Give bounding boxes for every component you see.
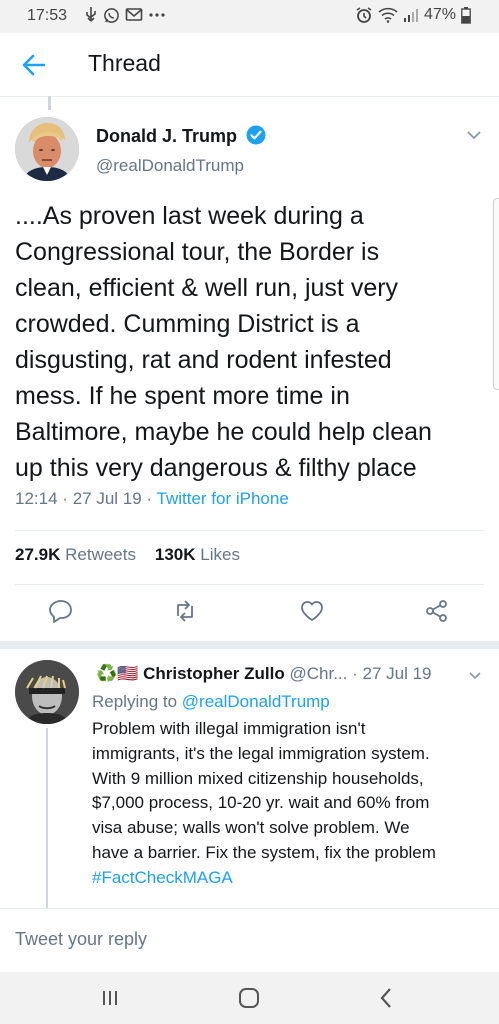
home-icon[interactable]	[235, 984, 263, 1012]
likes-label: Likes	[200, 545, 240, 564]
meta-separator: ·	[352, 664, 358, 683]
chevron-down-icon[interactable]	[467, 668, 483, 684]
alarm-icon	[356, 7, 372, 23]
tweet-text-line: up this very dangerous & filthy place	[15, 454, 417, 482]
retweets-stat[interactable]: 27.9K Retweets	[15, 545, 136, 564]
reply-date: 27 Jul 19	[362, 664, 432, 683]
retweet-icon[interactable]	[172, 598, 198, 624]
status-time: 17:53	[27, 7, 68, 24]
chevron-down-icon[interactable]	[465, 126, 483, 144]
tweet-text: ....As proven last week during a Congres…	[15, 198, 485, 486]
status-bar: 17:53 47%	[0, 0, 499, 33]
reply-header: ♻️🇺🇸 Christopher Zullo @Chr... · 27 Jul …	[96, 664, 432, 684]
reply-input-placeholder[interactable]: Tweet your reply	[15, 929, 147, 950]
reply-author-name[interactable]: Christopher Zullo	[143, 664, 285, 683]
scrollbar[interactable]	[493, 198, 499, 390]
author-handle[interactable]: @realDonaldTrump	[96, 156, 244, 176]
like-heart-icon[interactable]	[299, 598, 325, 624]
section-separator	[0, 641, 499, 649]
avatar[interactable]	[15, 660, 79, 724]
tweet-source-link[interactable]: Twitter for iPhone	[157, 489, 289, 508]
wifi-icon	[378, 7, 398, 23]
reply-author-handle[interactable]: @Chr...	[289, 664, 347, 683]
recent-apps-icon[interactable]	[96, 984, 124, 1012]
divider	[15, 530, 484, 531]
likes-count: 130K	[154, 545, 196, 564]
signal-icon	[403, 9, 418, 22]
reply-text-line: have a barrier. Fix the system, fix the …	[92, 842, 436, 862]
meta-separator: ·	[146, 489, 153, 508]
reply-icon[interactable]	[48, 598, 74, 624]
tweet-text-line: Baltimore, maybe he could help clean	[15, 418, 432, 446]
system-nav-bar	[0, 972, 499, 1024]
tweet-text-line: mess. If he spent more time in	[15, 382, 350, 410]
reply-text: Problem with illegal immigration isn't i…	[92, 717, 492, 891]
more-icon	[149, 13, 165, 17]
message-icon	[125, 8, 143, 21]
reply-composer[interactable]: Tweet your reply	[0, 908, 499, 973]
tweet-text-line: clean, efficient & well run, just very	[15, 274, 399, 302]
tweet-time: 12:14	[15, 489, 58, 508]
tweet-meta: 12:14 · 27 Jul 19 · Twitter for iPhone	[15, 489, 289, 509]
whatsapp-icon	[104, 7, 119, 23]
recycle-flag-emoji: ♻️🇺🇸	[96, 664, 139, 683]
thread-connector	[48, 96, 51, 110]
reply-text-line: Problem with illegal immigration isn't	[92, 719, 366, 738]
retweets-count: 27.9K	[15, 545, 61, 564]
battery-icon	[461, 6, 471, 24]
share-icon[interactable]	[424, 598, 450, 624]
tweet-stats: 27.9K Retweets 130K Likes	[15, 545, 240, 565]
tweet-text-line: ....As proven last week during a	[15, 202, 364, 230]
verified-badge-icon	[246, 125, 266, 145]
tweet-text-line: Congressional tour, the Border is	[15, 238, 380, 266]
retweets-label: Retweets	[65, 545, 136, 564]
back-icon[interactable]	[373, 984, 401, 1012]
replying-to: Replying to @realDonaldTrump	[92, 692, 330, 712]
author-name[interactable]: Donald J. Trump	[96, 126, 237, 147]
replying-to-mention[interactable]: @realDonaldTrump	[182, 692, 330, 711]
avatar[interactable]	[15, 117, 79, 181]
page-title: Thread	[88, 50, 161, 76]
usb-icon	[86, 7, 96, 22]
likes-stat[interactable]: 130K Likes	[155, 545, 240, 564]
battery-level: 47%	[423, 6, 456, 23]
tweet-date: 27 Jul 19	[72, 489, 142, 508]
tweet-text-line: disgusting, rat and rodent infested	[15, 346, 392, 374]
replying-to-label: Replying to	[92, 692, 178, 711]
tweet-text-line: crowded. Cumming District is a	[15, 310, 360, 338]
meta-separator: ·	[62, 489, 68, 508]
back-arrow-icon[interactable]	[20, 51, 48, 79]
app-bar: Thread	[0, 33, 499, 97]
reply-text-line: $7,000 process, 10-20 yr. wait and 60% f…	[92, 793, 430, 813]
divider	[15, 584, 484, 585]
thread-connector	[46, 728, 48, 908]
reply-text-line: immigrants, it's the legal immigration s…	[92, 743, 430, 763]
reply-text-line: visa abuse; walls won't solve problem. W…	[92, 818, 410, 838]
reply-text-line: With 9 million mixed citizenship househo…	[92, 768, 424, 788]
hashtag-link[interactable]: #FactCheckMAGA	[92, 866, 492, 891]
